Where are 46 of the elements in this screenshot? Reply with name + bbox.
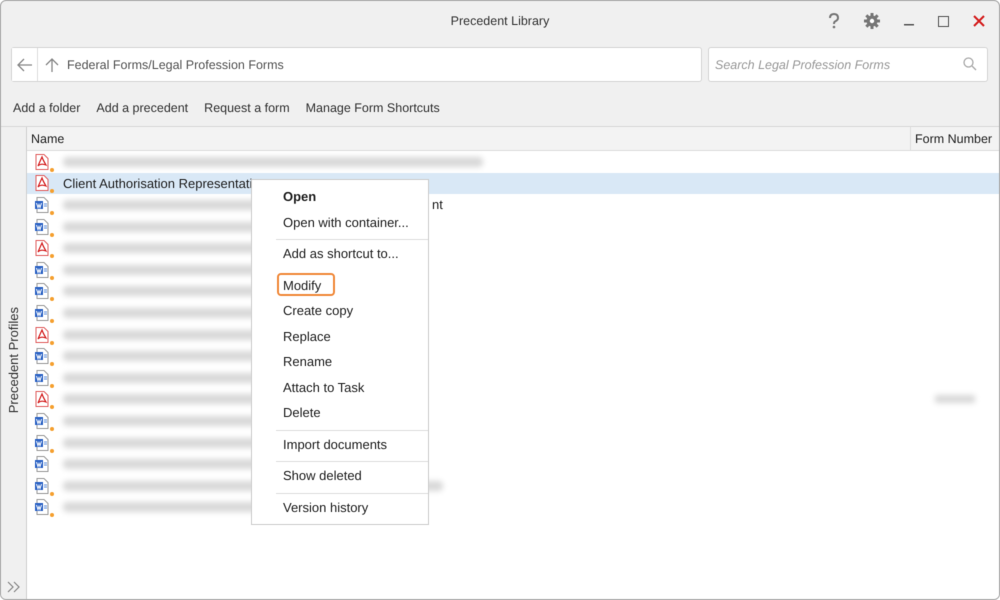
word-file-icon xyxy=(35,348,49,364)
back-arrow-icon xyxy=(16,58,32,72)
menu-item[interactable]: Delete xyxy=(252,400,428,426)
word-file-icon xyxy=(35,370,49,386)
path-text: Federal Forms/Legal Profession Forms xyxy=(67,58,284,72)
settings-icon[interactable] xyxy=(864,13,880,29)
action-link[interactable]: Add a precedent xyxy=(90,99,194,117)
pdf-file-icon xyxy=(35,326,49,343)
path-bar[interactable]: Federal Forms/Legal Profession Forms xyxy=(11,47,702,82)
back-button[interactable] xyxy=(12,48,38,81)
word-file-icon xyxy=(35,412,49,429)
word-file-icon xyxy=(35,499,49,516)
action-link[interactable]: Request a form xyxy=(198,99,296,117)
word-file-icon xyxy=(35,283,49,300)
menu-item[interactable]: Attach to Task xyxy=(252,374,428,400)
menu-item[interactable]: Open with container... xyxy=(252,210,428,235)
pdf-file-icon xyxy=(35,240,49,256)
pdf-file-icon xyxy=(35,175,49,192)
help-icon[interactable] xyxy=(828,13,840,29)
search-icon xyxy=(963,57,977,71)
word-file-icon xyxy=(35,456,49,472)
window-title: Precedent Library xyxy=(450,14,550,28)
column-header[interactable]: Form Number xyxy=(910,127,999,150)
word-file-icon xyxy=(35,304,49,321)
action-link[interactable]: Add a folder xyxy=(7,99,86,117)
menu-item[interactable]: Create copy xyxy=(252,298,428,324)
pdf-file-icon xyxy=(35,154,49,170)
menu-item[interactable]: Rename xyxy=(252,349,428,374)
file-name: nt xyxy=(432,197,443,212)
pdf-file-icon xyxy=(35,391,49,408)
word-file-icon xyxy=(35,218,49,235)
side-panel-tab[interactable]: Precedent Profiles xyxy=(6,307,21,414)
search-field[interactable]: Search Legal Profession Forms xyxy=(708,47,988,82)
close-icon[interactable] xyxy=(973,15,985,27)
word-file-icon xyxy=(35,262,49,278)
action-link[interactable]: Manage Form Shortcuts xyxy=(300,99,446,117)
expand-chevrons-icon[interactable] xyxy=(6,581,20,593)
file-name: Client Authorisation Representati xyxy=(63,176,252,191)
column-header[interactable]: Name xyxy=(27,132,910,146)
up-arrow-icon[interactable] xyxy=(45,56,59,72)
word-file-icon xyxy=(35,478,49,494)
menu-item[interactable]: Replace xyxy=(252,324,428,349)
word-file-icon xyxy=(35,196,49,213)
menu-item[interactable]: Modify xyxy=(275,270,337,298)
maximize-icon[interactable] xyxy=(938,16,949,26)
word-file-icon xyxy=(35,434,49,451)
